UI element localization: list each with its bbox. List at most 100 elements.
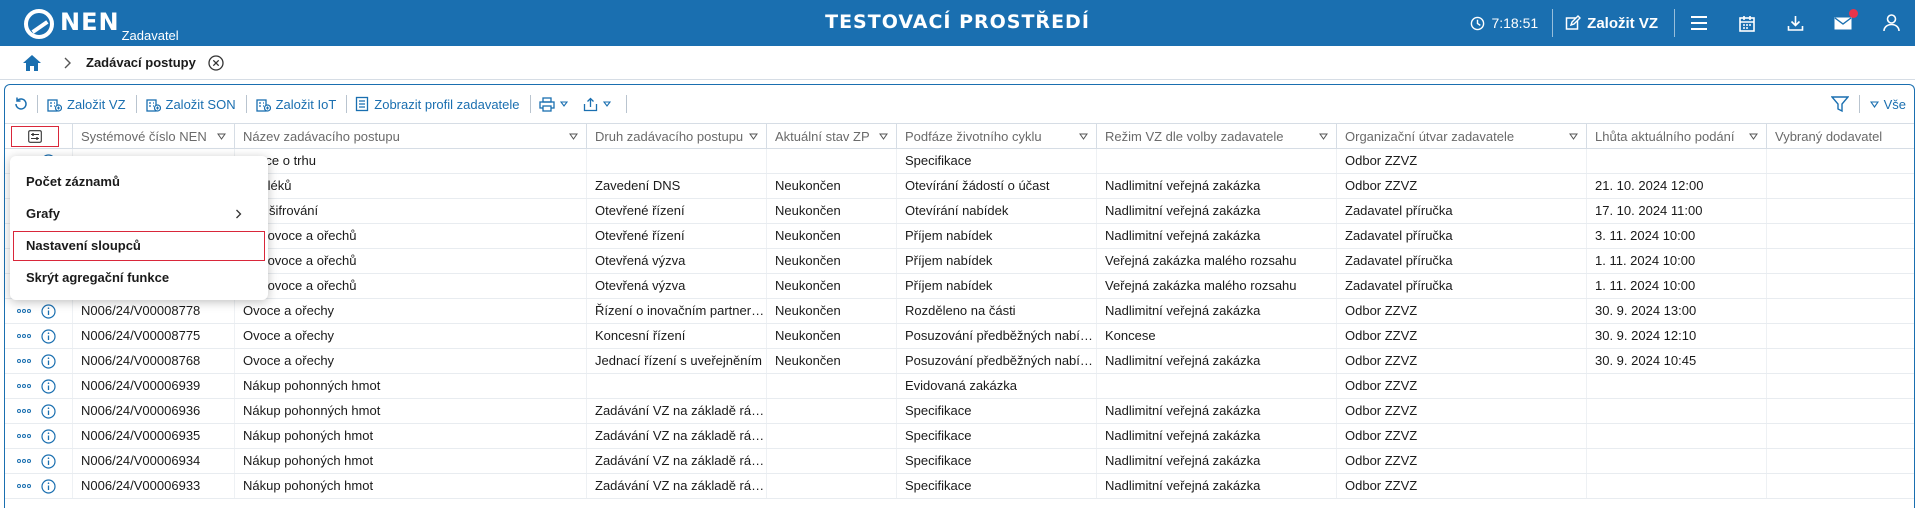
grid-settings-button[interactable] xyxy=(11,126,59,147)
info-icon[interactable] xyxy=(41,378,56,394)
table-row[interactable]: rmace o trhu Specifikace Odbor ZZVZ xyxy=(5,149,1914,174)
info-icon[interactable] xyxy=(41,453,56,469)
more-actions-icon[interactable] xyxy=(17,434,31,438)
cell-supplier xyxy=(1767,149,1914,173)
table-row[interactable]: kup ovoce a ořechů Otevřené řízení Neukonč… xyxy=(5,224,1914,249)
user-button[interactable] xyxy=(1867,0,1915,46)
column-header-state[interactable]: Aktuální stav ZP xyxy=(767,124,897,149)
sort-filter-icon[interactable] xyxy=(569,133,578,140)
cell-state: Neukončen xyxy=(767,249,897,273)
table-row[interactable]: N006/24/V00006935 Nákup pohoných hmot Zadá… xyxy=(5,424,1914,449)
sort-filter-icon[interactable] xyxy=(1569,133,1578,140)
column-header-system-number[interactable]: Systémové číslo NEN xyxy=(73,124,235,149)
cell-type: Zadávání VZ na základě rámcové dohody xyxy=(587,424,767,448)
table-row[interactable]: kup lékůZavedení DNSNeukončenOtevírání ž… xyxy=(5,174,1914,199)
table-row[interactable]: N006/24/V00006936 Nákup pohonných hmot Zad… xyxy=(5,399,1914,424)
sort-filter-icon[interactable] xyxy=(1319,133,1328,140)
nen-logo[interactable]: NEN Zadavatel xyxy=(24,7,179,43)
cell-org-unit: Zadavatel příručka xyxy=(1337,224,1587,248)
filter-all-label: Vše xyxy=(1883,96,1906,112)
column-header-org-unit[interactable]: Organizační útvar zadavatele xyxy=(1337,124,1587,149)
cell-org-unit: Odbor ZZVZ xyxy=(1337,324,1587,348)
row-actions xyxy=(5,374,73,398)
home-icon[interactable] xyxy=(22,54,42,72)
create-iot-tool[interactable]: Založit IoT xyxy=(255,96,336,112)
cell-name: Nákup pohonných hmot xyxy=(235,374,587,398)
table-row[interactable]: ření šifrování Otevřené řízení Neukončen Ot… xyxy=(5,199,1914,224)
divider xyxy=(135,95,137,113)
create-vz-tool[interactable]: Založit VZ xyxy=(46,96,126,112)
menu-item-charts[interactable]: Grafy xyxy=(10,198,268,230)
more-actions-icon[interactable] xyxy=(17,334,31,338)
sort-filter-icon[interactable] xyxy=(217,133,226,140)
column-header-subphase[interactable]: Podfáze životního cyklu xyxy=(897,124,1097,149)
chevron-right-icon xyxy=(64,57,71,68)
more-actions-icon[interactable] xyxy=(17,409,31,413)
info-icon[interactable] xyxy=(41,328,56,344)
cell-org-unit: Odbor ZZVZ xyxy=(1337,424,1587,448)
cell-state: Neukončen xyxy=(767,174,897,198)
more-actions-icon[interactable] xyxy=(17,384,31,388)
download-button[interactable] xyxy=(1771,0,1819,46)
close-tab-icon[interactable] xyxy=(208,54,224,71)
export-dropdown[interactable] xyxy=(583,97,616,112)
table-row[interactable]: N006/24/V00008778 Ovoce a ořechy Řízení o … xyxy=(5,299,1914,324)
info-icon[interactable] xyxy=(41,403,56,419)
column-header-type[interactable]: Druh zadávacího postupu xyxy=(587,124,767,149)
cell-subphase: Příjem nabídek xyxy=(897,249,1097,273)
column-header-regime[interactable]: Režim VZ dle volby zadavatele xyxy=(1097,124,1337,149)
table-row[interactable]: N006/24/V00006934 Nákup pohoných hmot Zadá… xyxy=(5,449,1914,474)
sort-filter-icon[interactable] xyxy=(1749,133,1758,140)
sort-filter-icon[interactable] xyxy=(879,133,888,140)
building-plus-icon xyxy=(255,99,271,112)
column-header-supplier[interactable]: Vybraný dodavatel xyxy=(1767,124,1914,149)
menu-item-hide-aggregation[interactable]: Skrýt agregační funkce xyxy=(10,262,268,294)
table-row[interactable]: kup ovoce a ořechů Otevřená výzva Neukonče… xyxy=(5,274,1914,299)
info-icon[interactable] xyxy=(41,428,56,444)
filter-icon[interactable] xyxy=(1830,95,1849,113)
cell-org-unit: Odbor ZZVZ xyxy=(1337,374,1587,398)
cell-regime: Veřejná zakázka malého rozsahu xyxy=(1097,274,1337,298)
cell-supplier xyxy=(1767,274,1914,298)
filter-all-dropdown[interactable]: Vše xyxy=(1869,96,1906,112)
more-actions-icon[interactable] xyxy=(17,309,31,313)
table-row[interactable]: N006/24/V00008775 Ovoce a ořechy Koncesní … xyxy=(5,324,1914,349)
table-row[interactable]: N006/24/V00006933 Nákup pohoných hmot Zadá… xyxy=(5,474,1914,499)
info-icon[interactable] xyxy=(41,478,56,494)
create-son-tool[interactable]: Založit SON xyxy=(145,96,236,112)
calendar-button[interactable] xyxy=(1723,0,1771,46)
cell-supplier xyxy=(1767,374,1914,398)
sort-filter-icon[interactable] xyxy=(1079,133,1088,140)
messages-button[interactable] xyxy=(1819,0,1867,46)
cell-subphase: Posuzování předběžných nabídek xyxy=(897,349,1097,373)
column-header-name[interactable]: Název zadávacího postupu xyxy=(235,124,587,149)
more-actions-icon[interactable] xyxy=(17,484,31,488)
menu-button[interactable] xyxy=(1675,0,1723,46)
print-dropdown[interactable] xyxy=(538,96,573,112)
show-profile-tool[interactable]: Zobrazit profil zadavatele xyxy=(355,96,520,112)
column-header-deadline[interactable]: Lhůta aktuálního podání xyxy=(1587,124,1767,149)
info-icon[interactable] xyxy=(41,353,56,369)
building-plus-icon xyxy=(47,99,62,112)
table-row[interactable]: N006/24/V00008768 Ovoce a ořechy Jednací ř… xyxy=(5,349,1914,374)
divider xyxy=(245,95,247,113)
sliders-icon xyxy=(28,130,42,143)
more-actions-icon[interactable] xyxy=(17,459,31,463)
caret-down-icon xyxy=(559,101,568,107)
menu-item-column-settings[interactable]: Nastavení sloupců xyxy=(12,230,266,262)
cell-type: Otevřené řízení xyxy=(587,224,767,248)
table-row[interactable]: N006/24/V00006939 Nákup pohonných hmot Evi… xyxy=(5,374,1914,399)
more-actions-icon[interactable] xyxy=(17,359,31,363)
cell-supplier xyxy=(1767,449,1914,473)
cell-state: Neukončen xyxy=(767,199,897,223)
table-row[interactable]: kup ovoce a ořechů Otevřená výzva Neukonče… xyxy=(5,249,1914,274)
cell-regime: Nadlimitní veřejná zakázka xyxy=(1097,349,1337,373)
menu-item-record-count[interactable]: Počet záznamů xyxy=(10,166,268,198)
create-vz-button[interactable]: Založit VZ xyxy=(1553,15,1674,32)
info-icon[interactable] xyxy=(41,303,56,319)
cell-supplier xyxy=(1767,299,1914,323)
refresh-icon[interactable] xyxy=(13,96,29,112)
cell-regime xyxy=(1097,149,1337,173)
sort-filter-icon[interactable] xyxy=(749,133,758,140)
top-header: NEN Zadavatel TESTOVACÍ PROSTŘEDÍ 7:18:5… xyxy=(0,0,1915,46)
